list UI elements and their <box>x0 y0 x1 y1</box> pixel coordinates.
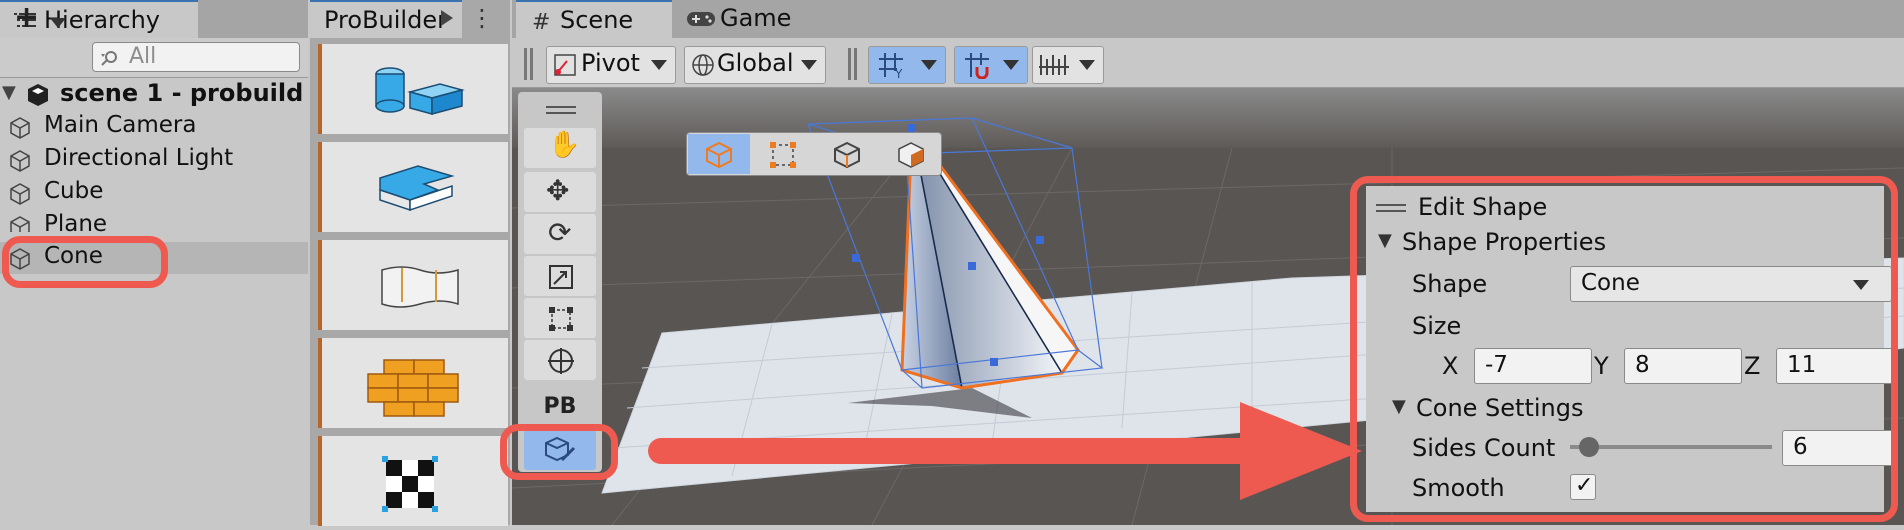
increment-snap-toggle[interactable] <box>954 46 1028 84</box>
tab-game-label: Game <box>720 4 792 32</box>
chevron-down-icon <box>651 60 667 70</box>
tab-probuilder-label: ProBuilder <box>324 6 447 34</box>
rect-transform-icon <box>549 307 573 331</box>
new-shape-icon <box>375 67 465 115</box>
rotate-icon: ⟳ <box>548 216 572 249</box>
toolbar-grip-icon <box>524 48 527 80</box>
hand-icon: ✋ <box>548 130 581 160</box>
toolbar-grip-icon <box>854 48 857 80</box>
unity-scene-icon <box>28 84 48 106</box>
chevron-down-icon <box>801 60 817 70</box>
probuilder-tools-label: PB <box>543 394 577 419</box>
transform-tool-button[interactable] <box>524 340 596 380</box>
tab-scene-label: Scene <box>560 6 634 34</box>
face-cube-icon <box>898 142 924 168</box>
bricks-icon <box>367 359 459 417</box>
tab-game[interactable]: Game <box>686 0 806 38</box>
pivot-icon <box>554 54 576 76</box>
hierarchy-item-label: Main Camera <box>44 112 197 138</box>
pivot-dropdown[interactable]: Pivot <box>546 46 676 84</box>
magnet-grid-icon <box>965 53 989 79</box>
uv-editor-button[interactable] <box>318 436 508 526</box>
move-icon: ✥ <box>546 174 570 207</box>
ruler-icon <box>1039 55 1069 75</box>
strip-grip-icon <box>546 112 576 114</box>
hierarchy-item-label: Cube <box>44 178 104 204</box>
bezier-shape-icon <box>381 266 459 308</box>
scene-root-item[interactable]: ▼ scene 1 - probuild <box>0 78 308 110</box>
toolbar-grip-icon <box>530 48 533 80</box>
rect-tool-button[interactable] <box>524 298 596 338</box>
gameobject-cube-icon <box>10 117 30 139</box>
chevron-down-icon <box>50 18 66 28</box>
search-icon <box>101 51 117 66</box>
pointer-arrow-icon <box>648 402 1362 500</box>
ruler-tool-button[interactable] <box>1032 46 1104 84</box>
globe-icon <box>692 54 714 76</box>
hierarchy-item-label: Directional Light <box>44 145 234 171</box>
hierarchy-item[interactable]: Main Camera <box>0 111 308 143</box>
scene-name: scene 1 - probuild <box>60 79 304 107</box>
hierarchy-item[interactable]: Plane <box>0 210 308 232</box>
chevron-down-icon <box>1003 60 1019 70</box>
more-menu-icon[interactable]: ⋮ <box>470 4 494 32</box>
gameobject-cube-icon <box>10 183 30 205</box>
edge-cube-icon <box>834 141 860 169</box>
vertex-icon <box>770 142 796 168</box>
face-mode-button[interactable] <box>880 134 942 174</box>
chevron-down-icon <box>1079 60 1095 70</box>
bezier-shape-button[interactable] <box>318 240 508 330</box>
gameobject-cube-icon <box>10 150 30 172</box>
edge-mode-button[interactable] <box>816 134 878 174</box>
cone-highlight-box <box>2 236 168 288</box>
scale-icon <box>549 265 573 289</box>
object-mode-button[interactable] <box>688 134 750 174</box>
search-placeholder: All <box>129 44 157 69</box>
hand-tool-button[interactable]: ✋ <box>524 128 596 168</box>
grid-hash-icon: # <box>532 10 551 35</box>
add-object-button[interactable]: + <box>10 0 74 36</box>
pivot-label: Pivot <box>581 49 640 77</box>
poly-shape-icon <box>379 165 455 212</box>
tab-scene[interactable]: # Scene <box>516 0 672 38</box>
toolbar-grip-icon <box>848 48 851 80</box>
checker-icon <box>382 456 438 512</box>
svg-text:Y: Y <box>894 67 903 79</box>
grid-snap-toggle[interactable]: Y <box>868 46 946 84</box>
play-arrow-icon[interactable] <box>438 8 456 28</box>
rotate-tool-button[interactable]: ⟳ <box>524 214 596 254</box>
edit-shape-tool-highlight <box>500 424 618 480</box>
object-cube-icon <box>706 141 732 169</box>
gamepad-icon <box>687 12 715 26</box>
strip-grip-icon <box>546 106 576 108</box>
global-label: Global <box>717 49 794 77</box>
poly-shape-button[interactable] <box>318 142 508 232</box>
gameobject-cube-icon <box>10 216 30 232</box>
edit-shape-panel-highlight <box>1350 176 1898 522</box>
move-tool-button[interactable]: ✥ <box>524 172 596 212</box>
hierarchy-item[interactable]: Cube <box>0 177 308 209</box>
hierarchy-item-label: Plane <box>44 211 108 232</box>
chevron-down-icon <box>921 60 937 70</box>
plus-icon: + <box>14 0 40 35</box>
transform-icon <box>548 348 574 374</box>
new-shape-button[interactable] <box>318 44 508 134</box>
vertex-mode-button[interactable] <box>752 134 814 174</box>
grid-snap-icon: Y <box>879 53 903 79</box>
scale-tool-button[interactable] <box>524 256 596 296</box>
grid-bricks-button[interactable] <box>318 338 508 428</box>
expand-arrow-icon: ▼ <box>2 82 16 103</box>
hierarchy-item[interactable]: Directional Light <box>0 144 308 176</box>
global-dropdown[interactable]: Global <box>684 46 826 84</box>
hierarchy-search-input[interactable]: All <box>92 42 300 72</box>
